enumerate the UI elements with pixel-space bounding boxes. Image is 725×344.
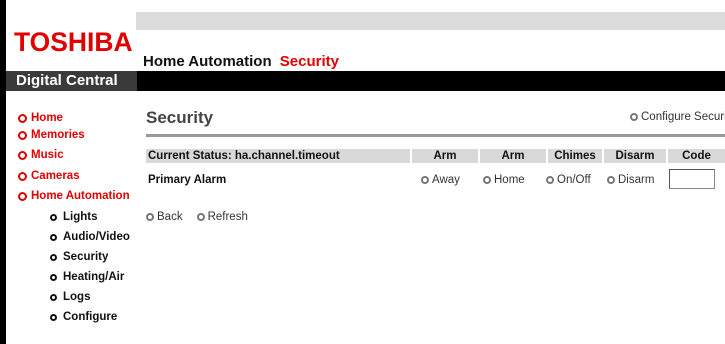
bullet-icon [18, 191, 27, 201]
bullet-icon [18, 171, 27, 181]
bullet-icon [546, 176, 554, 184]
nav-item-label: Audio/Video [63, 231, 130, 243]
bullet-icon [630, 113, 638, 121]
configure-security-link[interactable]: Configure Security [630, 111, 725, 123]
breadcrumb: Home Automation Security [143, 53, 339, 70]
sidebar-item-lights[interactable]: Lights [50, 211, 98, 223]
sidebar-item-security[interactable]: Security [50, 251, 108, 263]
bullet-icon [50, 313, 57, 321]
toshiba-logo: TOSHIBA [14, 27, 133, 57]
column-header-code: Code [668, 149, 725, 163]
status-header: Current Status: ha.channel.timeout [146, 149, 410, 163]
nav-item-label: Logs [63, 291, 91, 303]
nav-item-label: Cameras [31, 170, 80, 182]
disarm-button[interactable]: Disarm [607, 174, 654, 186]
column-header-arm-away: Arm [412, 149, 478, 163]
nav-item-label: Configure [63, 311, 118, 323]
table-header: Current Status: ha.channel.timeout Arm A… [146, 149, 725, 163]
disarm-label: Disarm [618, 174, 655, 186]
bullet-icon [196, 213, 205, 221]
nav-item-memories[interactable]: Memories [18, 129, 85, 141]
arm-away-label: Away [432, 174, 460, 186]
refresh-button[interactable]: Refresh [196, 211, 248, 223]
bullet-icon [421, 176, 429, 184]
nav-item-home[interactable]: Home [18, 112, 63, 124]
bullet-icon [146, 213, 154, 221]
page-title: Security [146, 108, 214, 127]
nav-item-label: Home [31, 112, 63, 124]
product-name: Digital Central [6, 71, 137, 91]
bullet-icon [50, 213, 57, 221]
column-header-chimes: Chimes [548, 149, 602, 163]
action-links: Back Refresh [146, 211, 262, 223]
nav-item-label: Security [63, 251, 109, 263]
nav-item-label: Heating/Air [63, 271, 125, 283]
nav-item-home-automation[interactable]: Home Automation [18, 190, 130, 202]
nav-item-music[interactable]: Music [18, 149, 64, 161]
bullet-icon [18, 113, 27, 123]
chimes-label: On/Off [557, 174, 591, 186]
arm-home-label: Home [494, 174, 525, 186]
nav-item-label: Music [31, 149, 64, 161]
sidebar-item-audio-video[interactable]: Audio/Video [50, 231, 130, 243]
nav-item-label: Memories [31, 129, 85, 141]
back-button[interactable]: Back [146, 211, 183, 223]
arm-home-button[interactable]: Home [483, 174, 525, 186]
alarm-name: Primary Alarm [148, 174, 227, 186]
refresh-label: Refresh [207, 211, 248, 223]
bullet-icon [18, 130, 27, 140]
sidebar-item-heating-air[interactable]: Heating/Air [50, 271, 124, 283]
chimes-toggle-button[interactable]: On/Off [546, 174, 591, 186]
sidebar-item-configure[interactable]: Configure [50, 311, 117, 323]
code-input[interactable] [669, 169, 715, 189]
breadcrumb-subsection: Security [279, 53, 339, 70]
column-header-disarm: Disarm [604, 149, 666, 163]
bullet-icon [50, 233, 57, 241]
sidebar-item-logs[interactable]: Logs [50, 291, 90, 303]
column-header-arm-home: Arm [480, 149, 546, 163]
bullet-icon [607, 176, 615, 184]
back-label: Back [157, 211, 183, 223]
bullet-icon [483, 176, 491, 184]
table-row: Primary Alarm Away Home On/Off Disarm [146, 168, 725, 190]
bullet-icon [50, 273, 57, 281]
nav-item-label: Home Automation [31, 190, 130, 202]
bullet-icon [18, 150, 27, 160]
nav-item-label: Lights [63, 211, 98, 223]
breadcrumb-section: Home Automation [143, 53, 272, 70]
top-banner [136, 12, 725, 30]
configure-security-label: Configure Security [641, 111, 725, 123]
bullet-icon [50, 293, 57, 301]
arm-away-button[interactable]: Away [421, 174, 460, 186]
nav-item-cameras[interactable]: Cameras [18, 170, 80, 182]
bullet-icon [50, 253, 57, 261]
title-divider [146, 134, 725, 137]
